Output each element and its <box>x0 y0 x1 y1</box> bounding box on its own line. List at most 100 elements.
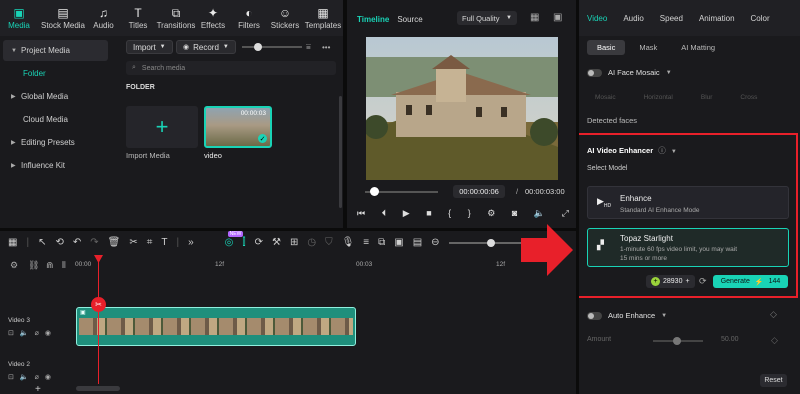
mixer-icon[interactable]: ≡ <box>363 237 369 248</box>
add-track-settings-icon[interactable]: ⚙ <box>10 260 18 271</box>
face-mosaic-toggle[interactable] <box>587 68 602 77</box>
volume-icon[interactable]: 🔈 <box>534 208 545 219</box>
tab-stickers[interactable]: ☺ Stickers <box>267 0 303 36</box>
zoom-slider-handle[interactable] <box>486 238 495 247</box>
shield-icon[interactable]: ⛉ <box>325 237 333 248</box>
keyframe-icon[interactable]: ◇ <box>770 309 777 320</box>
previous-frame-icon[interactable]: ⏮ <box>357 208 365 219</box>
tab-timeline-preview[interactable]: Timeline <box>357 15 389 24</box>
select-tool-icon[interactable]: ↖ <box>38 237 46 248</box>
sidebar-item-folder[interactable]: Folder <box>3 63 108 84</box>
scrubber-handle[interactable] <box>370 187 379 196</box>
chevron-down-icon[interactable]: ▼ <box>666 70 672 76</box>
subtab-basic[interactable]: Basic <box>587 40 626 55</box>
auto-enhance-toggle[interactable] <box>587 311 602 320</box>
layout-icon[interactable]: ▦ <box>8 237 17 248</box>
refresh-icon[interactable]: ⟳ <box>699 276 707 287</box>
lock-icon[interactable]: ⊡ <box>8 373 14 381</box>
cut-icon[interactable]: ✂ <box>129 237 137 248</box>
sidebar-item-global-media[interactable]: ▶ Global Media <box>3 86 108 107</box>
add-track-icon[interactable]: + <box>35 384 41 394</box>
play-back-icon[interactable]: ⏴ <box>382 208 387 219</box>
tab-video[interactable]: Video <box>579 14 615 23</box>
tab-titles[interactable]: T Titles <box>119 0 157 36</box>
subtab-mask[interactable]: Mask <box>629 40 667 55</box>
toolbox-icon[interactable]: ⚒ <box>272 237 281 248</box>
amount-value[interactable]: 50.00 <box>721 336 739 343</box>
chevron-down-icon[interactable]: ▼ <box>661 313 667 319</box>
tab-stock-media[interactable]: ▤ Stock Media <box>38 0 88 36</box>
eye-icon[interactable]: ◉ <box>45 373 51 381</box>
timeline-scrollbar[interactable] <box>76 386 120 391</box>
fullscreen-icon[interactable]: ⤢ <box>562 208 569 219</box>
mic-icon[interactable]: 🎙 <box>342 237 355 248</box>
magnet-icon[interactable]: ⋒ <box>46 260 54 271</box>
undo-icon[interactable]: ↶ <box>73 237 81 248</box>
mosaic-option[interactable]: Horizontal <box>644 94 673 101</box>
tab-media[interactable]: ▣ Media <box>0 0 38 36</box>
redo-icon[interactable]: ↷ <box>90 237 98 248</box>
zoom-out-icon[interactable]: ⊖ <box>431 237 439 248</box>
ai-copilot-icon[interactable]: ◎ NEW <box>225 231 244 248</box>
ripple-icon[interactable]: ⟲ <box>55 237 63 248</box>
render-icon[interactable]: ⟳ <box>255 237 263 248</box>
timeline-clip-video[interactable]: ▣ <box>76 307 356 346</box>
text-icon[interactable]: T <box>161 237 167 248</box>
mark-out-icon[interactable]: } <box>468 208 471 219</box>
media-scrollbar[interactable] <box>339 96 342 208</box>
speed-icon[interactable]: ◷ <box>307 237 316 248</box>
stop-icon[interactable]: ■ <box>426 208 431 219</box>
settings-icon[interactable]: ⚙ <box>487 208 495 219</box>
model-option-topaz-starlight[interactable]: ▞ Topaz Starlight 1-minute 60 fps video … <box>587 228 789 267</box>
subtab-ai-matting[interactable]: AI Matting <box>671 40 725 55</box>
tab-speed[interactable]: Speed <box>652 14 691 23</box>
link-icon[interactable]: ⛓ <box>28 260 39 271</box>
zoom-slider[interactable] <box>448 238 521 247</box>
camera-icon[interactable]: ◙ <box>512 208 517 219</box>
ruler-icon[interactable]: ⫴ <box>62 260 66 271</box>
sidebar-item-project-media[interactable]: ▼ Project Media <box>3 40 108 61</box>
reset-button[interactable]: Reset <box>760 374 787 387</box>
generate-button[interactable]: Generate ⚡ 144 <box>713 275 788 288</box>
import-dropdown[interactable]: Import ▼ <box>126 40 173 54</box>
tab-animation[interactable]: Animation <box>691 14 743 23</box>
lock-icon[interactable]: ⊡ <box>8 329 14 337</box>
tab-audio[interactable]: ♫ Audio <box>88 0 119 36</box>
delete-icon[interactable]: 🗑 <box>108 237 121 248</box>
image-view-icon[interactable]: ▣ <box>553 12 562 23</box>
keyframe-icon[interactable]: ◇ <box>771 335 778 346</box>
preview-scrubber[interactable] <box>365 187 438 196</box>
marker-icon[interactable]: ⊞ <box>290 237 298 248</box>
audio-track-icon[interactable]: 🔈 <box>20 329 29 337</box>
tab-filters[interactable]: ◐ Filters <box>231 0 267 36</box>
eye-icon[interactable]: ◉ <box>45 329 51 337</box>
thumbnail-size-slider[interactable] <box>242 40 302 54</box>
tab-audio-props[interactable]: Audio <box>615 14 651 23</box>
quality-dropdown[interactable]: Full Quality ▼ <box>457 11 517 25</box>
video-media-card[interactable]: 00:00:03 ✓ <box>204 106 272 148</box>
current-time-field[interactable]: 00:00:00:06 <box>453 185 505 198</box>
play-icon[interactable]: ▶ <box>403 208 410 219</box>
timeline-ruler[interactable]: 00:00 12f 00:03 12f <box>75 259 576 273</box>
sidebar-item-influence-kit[interactable]: ▶ Influence Kit <box>3 155 108 176</box>
import-media-card[interactable]: + <box>126 106 198 148</box>
tab-transitions[interactable]: ⧉ Transitions <box>157 0 196 36</box>
snapshot-grid-icon[interactable]: ▦ <box>530 12 539 23</box>
amount-slider[interactable] <box>653 337 703 345</box>
sidebar-item-editing-presets[interactable]: ▶ Editing Presets <box>3 132 108 153</box>
help-icon[interactable]: ⓘ <box>658 146 666 155</box>
hide-icon[interactable]: ⌀ <box>35 373 39 381</box>
hide-icon[interactable]: ⌀ <box>35 329 39 337</box>
tab-templates[interactable]: ▦ Templates <box>303 0 343 36</box>
audio-track-icon[interactable]: 🔈 <box>20 373 29 381</box>
mark-in-icon[interactable]: { <box>448 208 451 219</box>
filter-icon[interactable]: ⩸ <box>306 40 311 54</box>
split-icon[interactable]: ⫿ <box>242 237 245 248</box>
model-option-enhance[interactable]: ▶HD Enhance Standard AI Enhance Mode <box>587 186 789 219</box>
mosaic-option[interactable]: Cross <box>740 94 757 101</box>
more-tools-icon[interactable]: » <box>188 237 194 248</box>
caption-icon[interactable]: ▤ <box>413 237 422 248</box>
mosaic-option[interactable]: Blur <box>701 94 713 101</box>
record-dropdown[interactable]: ◉ Record ▼ <box>176 40 236 54</box>
sidebar-item-cloud-media[interactable]: Cloud Media <box>3 109 108 130</box>
